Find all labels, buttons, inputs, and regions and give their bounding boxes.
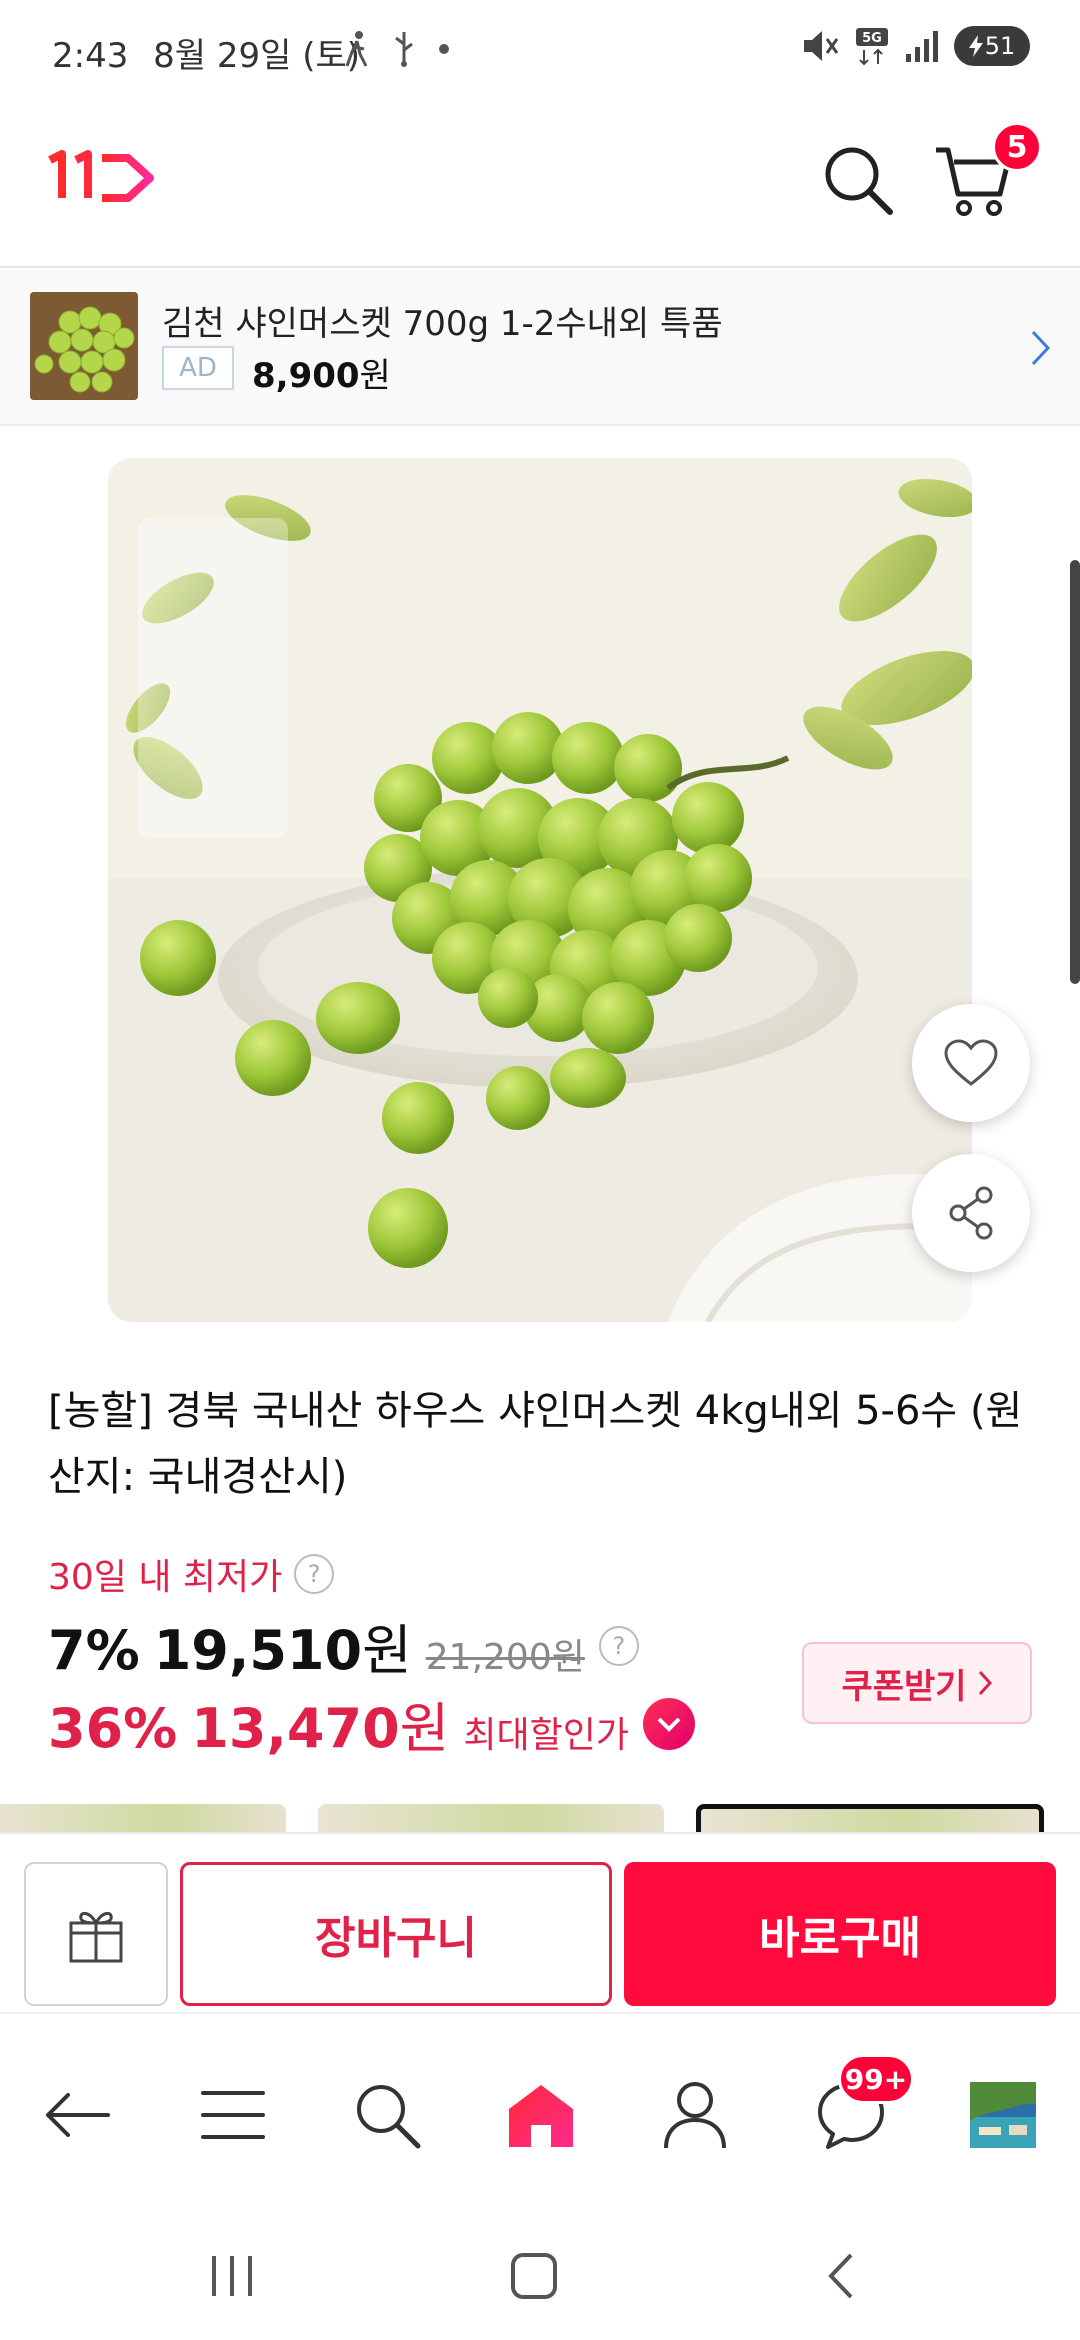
back-arrow-icon bbox=[46, 2093, 110, 2137]
max-discount-rate: 36% bbox=[48, 1697, 178, 1760]
status-time: 2:43 bbox=[52, 36, 129, 76]
ad-product-image bbox=[30, 292, 138, 400]
max-discount-row: 36% 13,470원 최대할인가 bbox=[48, 1684, 695, 1763]
charging-icon bbox=[968, 35, 983, 57]
nav-my-page[interactable] bbox=[650, 2070, 740, 2160]
status-time-date: 2:43 8월 29일 (토) bbox=[52, 28, 360, 77]
user-icon bbox=[664, 2082, 726, 2149]
usb-icon bbox=[395, 32, 413, 67]
coupon-label: 쿠폰받기 bbox=[841, 1666, 967, 1707]
ad-price-value: 8,900 bbox=[252, 356, 360, 396]
chevron-right-icon bbox=[1030, 328, 1052, 372]
system-back-button[interactable] bbox=[800, 2244, 880, 2308]
buy-now-button[interactable]: 바로구매 bbox=[624, 1862, 1056, 2006]
discount-rate: 7% bbox=[48, 1619, 140, 1682]
chevron-down-icon bbox=[657, 1717, 681, 1732]
thumbnail-2[interactable] bbox=[318, 1804, 664, 1832]
purchase-action-bar: 장바구니 바로구매 bbox=[0, 1832, 1080, 2012]
scrollbar[interactable] bbox=[1070, 560, 1080, 984]
status-bar: 2:43 8월 29일 (토) 5G 51 bbox=[0, 0, 1080, 100]
share-icon bbox=[949, 1186, 993, 1240]
ad-price-currency: 원 bbox=[359, 356, 391, 396]
battery-indicator: 51 bbox=[954, 26, 1030, 66]
gift-button[interactable] bbox=[24, 1862, 168, 2006]
thumbnail-1[interactable] bbox=[0, 1804, 286, 1832]
status-date: 8월 29일 (토) bbox=[153, 36, 361, 76]
heart-icon bbox=[944, 1039, 998, 1086]
gift-icon bbox=[69, 1912, 123, 1963]
eleven-street-logo[interactable] bbox=[46, 150, 158, 206]
wishlist-button[interactable] bbox=[912, 1004, 1030, 1122]
system-navigation-bar bbox=[0, 2208, 1080, 2340]
network-5g-icon: 5G bbox=[856, 28, 888, 66]
bottom-navigation: 99+ bbox=[0, 2012, 1080, 2208]
image-thumbnail-strip bbox=[0, 1804, 1080, 1832]
home-icon bbox=[509, 2085, 573, 2147]
ad-price: 8,900원 bbox=[252, 348, 391, 397]
help-icon[interactable]: ? bbox=[598, 1625, 639, 1666]
ad-label: AD bbox=[162, 346, 234, 390]
chevron-right-icon bbox=[978, 1670, 992, 1696]
walking-icon bbox=[345, 31, 368, 67]
dot-icon bbox=[439, 44, 449, 54]
product-main-image[interactable] bbox=[108, 458, 972, 1322]
search-button[interactable] bbox=[820, 142, 896, 222]
app-header: 5 bbox=[0, 100, 1080, 268]
recent-apps-button[interactable] bbox=[192, 2244, 272, 2308]
nav-search[interactable] bbox=[342, 2070, 432, 2160]
original-price: 21,200원 bbox=[425, 1637, 585, 1678]
home-system-button[interactable] bbox=[494, 2244, 574, 2308]
max-price-value: 13,470 bbox=[191, 1697, 400, 1760]
add-to-cart-button[interactable]: 장바구니 bbox=[180, 1862, 612, 2006]
recent-apps-icon bbox=[212, 2256, 252, 2296]
product-title: [농할] 경북 국내산 하우스 샤인머스켓 4kg내외 5-6수 (원산지: 국… bbox=[48, 1388, 1023, 1500]
recent-view-thumbnail bbox=[970, 2082, 1036, 2148]
lowest-price-text: 30일 내 최저가 bbox=[48, 1557, 283, 1598]
nav-recent-view[interactable] bbox=[958, 2070, 1048, 2160]
share-button[interactable] bbox=[912, 1154, 1030, 1272]
nav-back[interactable] bbox=[32, 2070, 122, 2160]
search-icon bbox=[357, 2085, 421, 2149]
sale-price: 19,510원 bbox=[154, 1606, 412, 1685]
chat-count-badge: 99+ bbox=[838, 2054, 914, 2104]
home-square-icon bbox=[511, 2253, 557, 2299]
help-icon[interactable]: ? bbox=[294, 1554, 335, 1594]
search-icon bbox=[825, 147, 893, 215]
sale-price-currency: 원 bbox=[362, 1619, 412, 1682]
status-icons-right: 5G 51 bbox=[800, 26, 1030, 66]
max-discount-label: 최대할인가 bbox=[463, 1715, 629, 1756]
status-icons-left bbox=[344, 30, 450, 68]
cart-count-badge: 5 bbox=[992, 122, 1042, 172]
coupon-button[interactable]: 쿠폰받기 bbox=[802, 1642, 1032, 1724]
price-row: 7% 19,510원 21,200원 ? bbox=[48, 1606, 639, 1685]
signal-icon bbox=[906, 31, 938, 62]
back-chevron-icon bbox=[828, 2253, 853, 2299]
battery-level: 51 bbox=[984, 32, 1016, 60]
max-discount-price: 13,470원 bbox=[191, 1684, 449, 1763]
ad-title: 김천 샤인머스켓 700g 1-2수내외 특품 bbox=[162, 304, 723, 344]
svg-text:5G: 5G bbox=[862, 31, 882, 46]
max-price-currency: 원 bbox=[399, 1697, 450, 1760]
lowest-price-label: 30일 내 최저가 ? bbox=[48, 1548, 335, 1600]
thumbnail-3[interactable] bbox=[696, 1804, 1044, 1832]
ad-banner[interactable]: 김천 샤인머스켓 700g 1-2수내외 특품 AD 8,900원 bbox=[0, 270, 1080, 426]
nav-home[interactable] bbox=[496, 2070, 586, 2160]
menu-icon bbox=[201, 2091, 265, 2139]
nav-menu[interactable] bbox=[188, 2070, 278, 2160]
mute-icon bbox=[804, 31, 839, 61]
expand-discount-button[interactable] bbox=[642, 1697, 695, 1750]
sale-price-value: 19,510 bbox=[153, 1619, 363, 1682]
